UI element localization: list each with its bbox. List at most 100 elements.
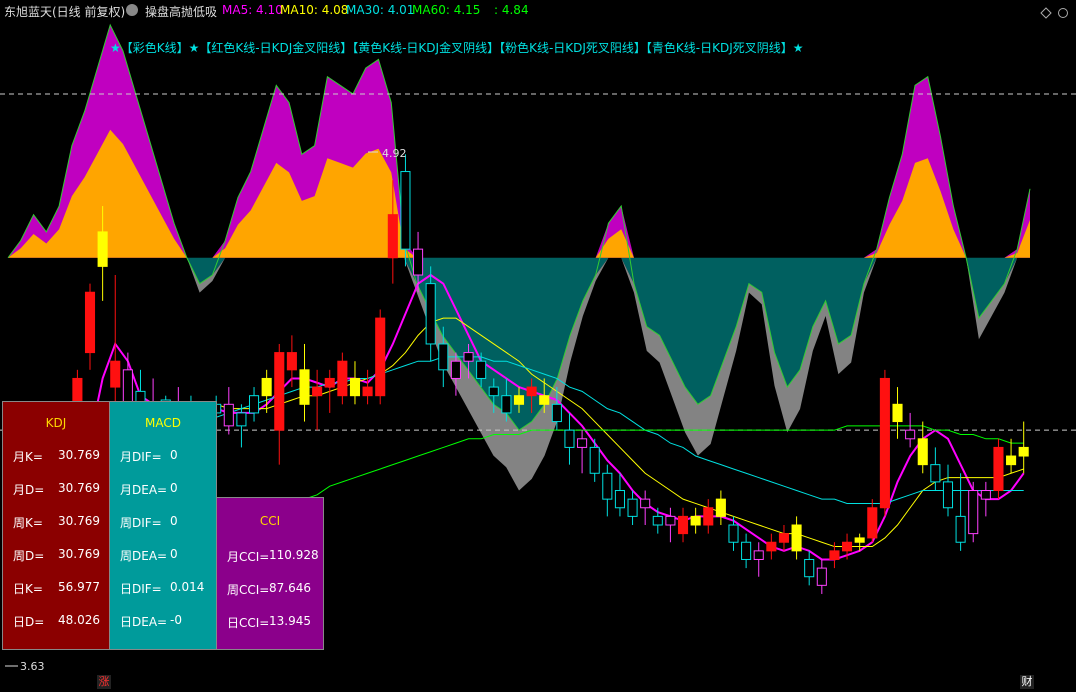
candle-body xyxy=(715,498,726,517)
candle-body xyxy=(248,395,260,414)
candle-body xyxy=(627,498,638,517)
kdj-row-label: 月K= xyxy=(13,450,43,464)
candle-body xyxy=(665,515,676,526)
candle-body xyxy=(97,231,108,267)
candle-body xyxy=(879,377,890,509)
macd-row-value: 0 xyxy=(170,514,178,528)
macd-row-value: 0 xyxy=(170,547,178,561)
macd-row-label: 月DEA= xyxy=(120,483,168,497)
candle-body xyxy=(892,403,903,423)
candle-body xyxy=(968,490,979,535)
candle-body xyxy=(1006,455,1017,466)
candle-body xyxy=(223,403,234,427)
macd-row-label: 日DEA= xyxy=(120,615,168,629)
kdj-title: KDJ xyxy=(45,416,67,430)
candle-body xyxy=(299,369,310,405)
cci-row-value: 87.646 xyxy=(269,581,311,595)
candle-body xyxy=(577,438,588,448)
cci-panel: CCI 月CCI= 110.928 周CCI= 87.646 日CCI= 13.945 xyxy=(216,497,324,650)
candle-body xyxy=(829,550,840,560)
candle-body xyxy=(362,386,373,397)
cci-row-label: 日CCI= xyxy=(227,616,270,630)
kdj-panel: KDJ 月K= 30.769 月D= 30.769 周K= 30.769 周D= 30.769… xyxy=(2,401,110,650)
candle-body xyxy=(942,481,954,509)
candle-body xyxy=(551,403,562,423)
candle-body xyxy=(905,429,916,440)
candle-body xyxy=(652,515,663,526)
candle-body xyxy=(753,550,764,560)
candle-body xyxy=(993,446,1004,492)
kdj-row-label: 周D= xyxy=(13,549,45,563)
kdj-row-value: 30.769 xyxy=(58,547,100,561)
macd-row-value: -0 xyxy=(170,613,182,627)
candle-body xyxy=(387,214,398,259)
macd-row-label: 月DIF= xyxy=(120,450,162,464)
candle-body xyxy=(602,472,613,500)
candle-body xyxy=(110,360,121,388)
candle-body xyxy=(854,537,865,543)
kdj-row-label: 日D= xyxy=(13,615,45,629)
chart-legend: ★【彩色K线】★【红色K线-日KDJ金叉阳线】【黄色K线-日KDJ金叉阴线】【粉… xyxy=(110,40,804,55)
macd-row-label: 周DEA= xyxy=(120,549,168,563)
candle-body xyxy=(84,291,96,354)
low-annotation: 3.63 xyxy=(20,660,45,673)
candle-body xyxy=(274,352,285,431)
cci-row-value: 110.928 xyxy=(269,548,319,562)
kdj-row-label: 日K= xyxy=(13,582,43,596)
candle-body xyxy=(539,395,550,405)
kdj-row-value: 30.769 xyxy=(58,514,100,528)
macd-panel: MACD 月DIF= 0 月DEA= 0 周DIF= 0 周DEA= 0 日DIF= 0.014 日… xyxy=(109,401,217,650)
candle-body xyxy=(778,533,790,543)
badge-right[interactable]: 财 xyxy=(1020,675,1034,689)
candle-body xyxy=(488,386,499,397)
candle-body xyxy=(690,515,701,526)
candle-body xyxy=(842,541,853,552)
high-annotation: 4.92 xyxy=(382,147,407,160)
kdj-row-value: 48.026 xyxy=(58,613,100,627)
badge-left[interactable]: 涨 xyxy=(97,675,111,689)
candle-body xyxy=(589,446,600,474)
candle-body xyxy=(804,558,815,578)
candle-body xyxy=(955,515,966,543)
candle-body xyxy=(261,377,272,397)
candle-body xyxy=(640,498,651,509)
candle-body xyxy=(324,377,335,388)
candle-body xyxy=(450,360,461,379)
candle-body xyxy=(438,343,449,371)
candle-body xyxy=(476,360,487,379)
candle-body xyxy=(564,429,575,448)
cci-row-label: 周CCI= xyxy=(227,583,270,597)
candle-body xyxy=(413,248,424,276)
kdj-row-label: 周K= xyxy=(13,516,43,530)
candle-body xyxy=(917,438,928,466)
candle-body xyxy=(513,395,525,405)
macd-title: MACD xyxy=(145,416,181,430)
macd-row-value: 0 xyxy=(170,481,178,495)
candle-body xyxy=(816,567,827,586)
candle-body xyxy=(337,360,348,397)
candle-body xyxy=(236,412,247,427)
candle-body xyxy=(766,541,777,552)
candle-body xyxy=(930,464,941,483)
candle-body xyxy=(526,386,537,397)
candle-body xyxy=(1018,446,1029,457)
macd-row-label: 日DIF= xyxy=(120,582,162,596)
cci-title: CCI xyxy=(259,514,281,528)
candle-body xyxy=(791,524,802,552)
candle-body xyxy=(501,395,512,414)
kdj-row-label: 月D= xyxy=(13,483,45,497)
candle-body xyxy=(425,283,436,345)
candle-body xyxy=(400,171,411,250)
candle-body xyxy=(375,317,386,397)
cci-row-label: 月CCI= xyxy=(227,550,270,564)
macd-row-value: 0.014 xyxy=(170,580,205,594)
candle-body xyxy=(703,507,714,526)
macd-row-value: 0 xyxy=(170,448,178,462)
macd-row-label: 周DIF= xyxy=(120,516,162,530)
kdj-row-value: 30.769 xyxy=(58,448,100,462)
candle-body xyxy=(614,490,625,509)
candle-body xyxy=(741,541,752,560)
candle-body xyxy=(728,524,739,543)
candle-body xyxy=(867,507,878,539)
candle-body xyxy=(286,352,297,371)
